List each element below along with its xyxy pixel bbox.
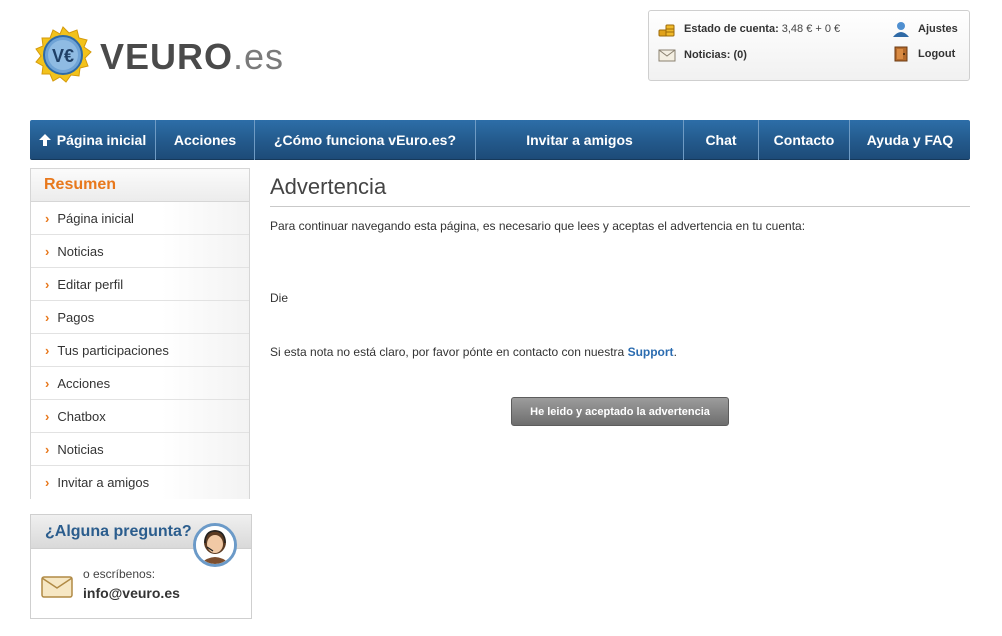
sidebar-item-label: Tus participaciones <box>57 342 169 358</box>
logo-main-text: VEURO <box>100 36 234 77</box>
chevron-right-icon: › <box>45 375 50 391</box>
news-label: Noticias: (0) <box>684 49 747 61</box>
balance-value: 3,48 € + 0 € <box>781 23 841 35</box>
help-email-link[interactable]: info@veuro.es <box>83 585 180 601</box>
nav-item-label: Ayuda y FAQ <box>866 132 954 148</box>
sidebar-menu: Resumen › Página inicial › Noticias › Edita… <box>30 168 250 499</box>
help-write-label: o escríbenos: <box>83 567 156 581</box>
sidebar-item-label: Página inicial <box>57 210 134 226</box>
balance-label: Estado de cuenta: <box>684 23 779 35</box>
sidebar-item-payments[interactable]: › Pagos <box>31 301 249 334</box>
site-logo[interactable]: V€ VEURO.es <box>32 26 283 86</box>
sidebar-item-label: Chatbox <box>57 408 106 424</box>
nav-item-contact[interactable]: Contacto <box>759 120 850 160</box>
accept-warning-button[interactable]: He leido y aceptado la advertencia <box>511 397 729 426</box>
sidebar-item-chatbox[interactable]: › Chatbox <box>31 400 249 433</box>
chevron-right-icon: › <box>45 408 50 424</box>
coins-icon <box>658 24 675 37</box>
sidebar-item-label: Editar perfil <box>57 276 124 292</box>
settings-link[interactable]: Ajustes <box>892 21 958 37</box>
headset-person-icon <box>196 526 234 564</box>
nav-item-label: Acciones <box>173 132 237 148</box>
sidebar-title: Resumen <box>31 169 249 202</box>
nav-item-acciones[interactable]: Acciones <box>156 120 255 160</box>
user-icon <box>893 22 909 37</box>
sidebar-item-invite[interactable]: › Invitar a amigos <box>31 466 249 499</box>
nav-item-label: Página inicial <box>56 132 147 148</box>
chevron-right-icon: › <box>45 243 50 259</box>
page-title: Advertencia <box>270 174 970 207</box>
logo-wordmark: VEURO.es <box>100 36 284 78</box>
main-nav: Página inicial Acciones ¿Cómo funciona v… <box>30 120 970 160</box>
sidebar-item-news-2[interactable]: › Noticias <box>31 433 249 466</box>
logo-suffix-text: .es <box>233 36 285 77</box>
nav-item-label: Invitar a amigos <box>526 132 633 148</box>
account-panel: Estado de cuenta: 3,48 € + 0 € Noticias:… <box>648 10 970 81</box>
nav-item-how-it-works[interactable]: ¿Cómo funciona vEuro.es? <box>255 120 476 160</box>
sidebar-item-label: Noticias <box>57 441 104 457</box>
help-box: ¿Alguna pregunta? o escríbenos: info@veu… <box>30 514 252 619</box>
envelope-icon <box>658 49 676 62</box>
home-arrow-icon <box>38 134 51 146</box>
chevron-right-icon: › <box>45 475 50 490</box>
nav-item-label: Chat <box>705 132 737 148</box>
account-balance[interactable]: Estado de cuenta: 3,48 € + 0 € <box>658 21 840 37</box>
nav-item-label: Contacto <box>773 132 835 148</box>
door-icon <box>894 46 908 62</box>
euro-coin-icon: V€ <box>35 26 92 83</box>
settings-label: Ajustes <box>918 23 958 35</box>
account-news[interactable]: Noticias: (0) <box>658 47 747 63</box>
support-note-end: . <box>673 345 677 359</box>
nav-item-help-faq[interactable]: Ayuda y FAQ <box>850 120 970 160</box>
svg-text:V€: V€ <box>52 46 74 66</box>
warning-text: Die <box>270 291 289 305</box>
logout-link[interactable]: Logout <box>892 46 955 62</box>
sidebar-item-edit-profile[interactable]: › Editar perfil <box>31 268 249 301</box>
nav-item-chat[interactable]: Chat <box>684 120 759 160</box>
warning-intro: Para continuar navegando esta página, es… <box>270 219 806 233</box>
support-note: Si esta nota no está claro, por favor pó… <box>270 345 677 359</box>
chevron-right-icon: › <box>45 276 50 292</box>
mail-icon[interactable] <box>41 575 73 599</box>
chevron-right-icon: › <box>45 441 50 457</box>
sidebar-item-actions[interactable]: › Acciones <box>31 367 249 400</box>
nav-item-label: ¿Cómo funciona vEuro.es? <box>273 132 456 148</box>
sidebar-item-news[interactable]: › Noticias <box>31 235 249 268</box>
sidebar-item-label: Acciones <box>57 375 111 391</box>
chevron-right-icon: › <box>45 309 50 325</box>
support-note-text: Si esta nota no está claro, por favor pó… <box>270 345 628 359</box>
chevron-right-icon: › <box>45 342 50 358</box>
sidebar-item-label: Invitar a amigos <box>57 475 150 490</box>
support-agent-avatar <box>193 523 237 567</box>
sidebar-item-label: Noticias <box>57 243 104 259</box>
nav-item-invite[interactable]: Invitar a amigos <box>476 120 684 160</box>
sidebar-item-home[interactable]: › Página inicial <box>31 202 249 235</box>
support-link[interactable]: Support <box>628 345 674 359</box>
chevron-right-icon: › <box>45 210 50 226</box>
sidebar-item-participations[interactable]: › Tus participaciones <box>31 334 249 367</box>
nav-item-home[interactable]: Página inicial <box>30 120 156 160</box>
logout-label: Logout <box>918 48 956 60</box>
sidebar-item-label: Pagos <box>57 309 95 325</box>
